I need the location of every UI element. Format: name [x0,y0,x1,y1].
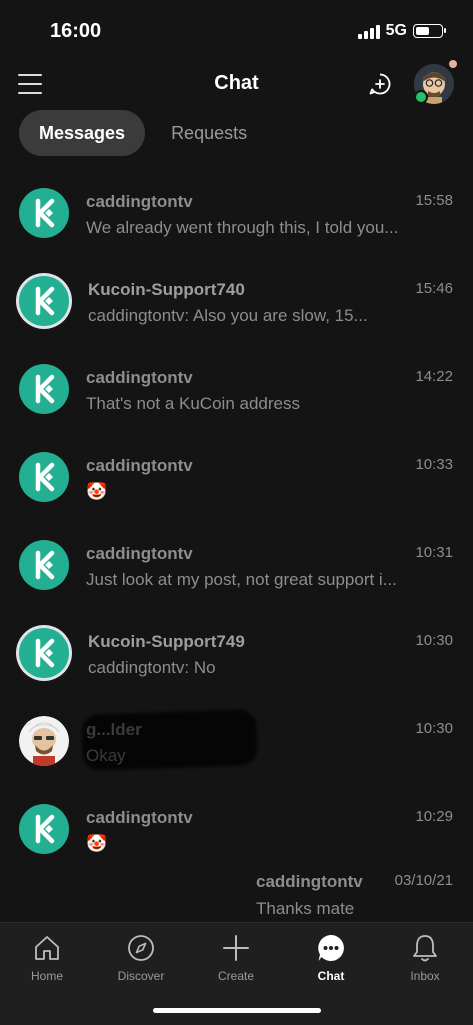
battery-level [416,27,429,35]
conversation-name: caddingtontv [256,872,363,891]
signal-icon [357,23,380,39]
status-bar: 16:00 5G [0,0,473,60]
conversation-item[interactable]: caddingtontv We already went through thi… [0,172,473,260]
nav-label: Inbox [410,969,440,983]
nav-inbox[interactable]: Inbox [385,933,465,983]
battery-icon [413,24,446,38]
kucoin-logo-icon [19,628,69,678]
network-type: 5G [385,22,407,39]
bell-icon [413,935,437,962]
conversation-name: g...lder [86,720,142,739]
new-chat-icon[interactable] [368,72,392,96]
nav-label: Create [217,969,255,983]
conversation-time: 15:58 [415,192,453,209]
user-avatar [19,716,69,766]
conversation-time: 10:30 [415,632,453,649]
conversation-name: caddingtontv [86,456,193,475]
chat-bubble-icon [318,935,344,961]
kucoin-logo-icon [19,188,69,238]
plus-icon [223,935,249,961]
conversation-time: 03/10/21 [394,872,453,889]
conversation-time: 10:33 [415,456,453,473]
conversation-name: Kucoin-Support749 [88,632,245,651]
conversation-item[interactable]: caddingtontv That's not a KuCoin address… [0,348,473,436]
conversation-item[interactable]: caddingtontv 🤡 10:29 [0,788,473,876]
conversation-list: caddingtontv We already went through thi… [0,172,473,876]
profile-avatar-button[interactable] [414,60,457,104]
status-time: 16:00 [50,20,102,42]
menu-icon[interactable] [18,74,42,94]
status-indicators: 5G [357,22,446,40]
tab-requests[interactable]: Requests [151,110,267,156]
conversation-name: caddingtontv [86,544,193,563]
nav-label: Chat [317,969,345,983]
conversation-preview: Just look at my post, not great support … [86,570,397,589]
nav-chat[interactable]: Chat [291,933,371,983]
conversation-item[interactable]: Kucoin-Support740 caddingtontv: Also you… [0,260,473,348]
conversation-name: caddingtontv [86,368,193,387]
conversation-preview: That's not a KuCoin address [86,394,300,413]
conversation-preview: Thanks mate [256,899,355,918]
conversation-item-swiped[interactable]: caddingtontv Thanks mate 03/10/21 [0,868,473,924]
conversation-name: caddingtontv [86,808,193,827]
conversation-preview: caddingtontv: No [88,658,216,677]
conversation-time: 10:31 [415,544,453,561]
conversation-name: Kucoin-Support740 [88,280,245,299]
conversation-preview: 🤡 [86,834,108,853]
conversation-item[interactable]: caddingtontv Just look at my post, not g… [0,524,473,612]
kucoin-logo-icon [19,276,69,326]
conversation-time: 15:46 [415,280,453,297]
conversation-name: caddingtontv [86,192,193,211]
nav-label: Home [30,969,63,983]
page-title: Chat [214,72,259,94]
nav-discover[interactable]: Discover [101,933,181,983]
compass-icon [128,935,154,961]
chat-tabs: Messages Requests [19,110,267,156]
conversation-time: 14:22 [415,368,453,385]
kucoin-logo-icon [19,364,69,414]
app-header: Chat [0,60,473,108]
nav-home[interactable]: Home [7,933,87,983]
conversation-item[interactable]: caddingtontv 🤡 10:33 [0,436,473,524]
conversation-preview: caddingtontv: Also you are slow, 15... [88,306,368,325]
conversation-preview: We already went through this, I told you… [86,218,399,237]
conversation-item[interactable]: g...lder Okay 10:30 [0,700,473,788]
kucoin-logo-icon [19,452,69,502]
notification-dot [449,60,457,68]
conversation-preview: 🤡 [86,482,108,501]
nav-label: Discover [117,969,165,983]
kucoin-logo-icon [19,540,69,590]
home-icon [35,936,59,960]
conversation-preview: Okay [86,746,126,765]
conversation-time: 10:29 [415,808,453,825]
tab-messages[interactable]: Messages [19,110,146,156]
nav-create[interactable]: Create [196,933,276,983]
conversation-item[interactable]: Kucoin-Support749 caddingtontv: No 10:30 [0,612,473,700]
kucoin-logo-icon [19,804,69,854]
online-status-dot [414,90,428,104]
conversation-time: 10:30 [415,720,453,737]
home-indicator [153,1008,321,1013]
